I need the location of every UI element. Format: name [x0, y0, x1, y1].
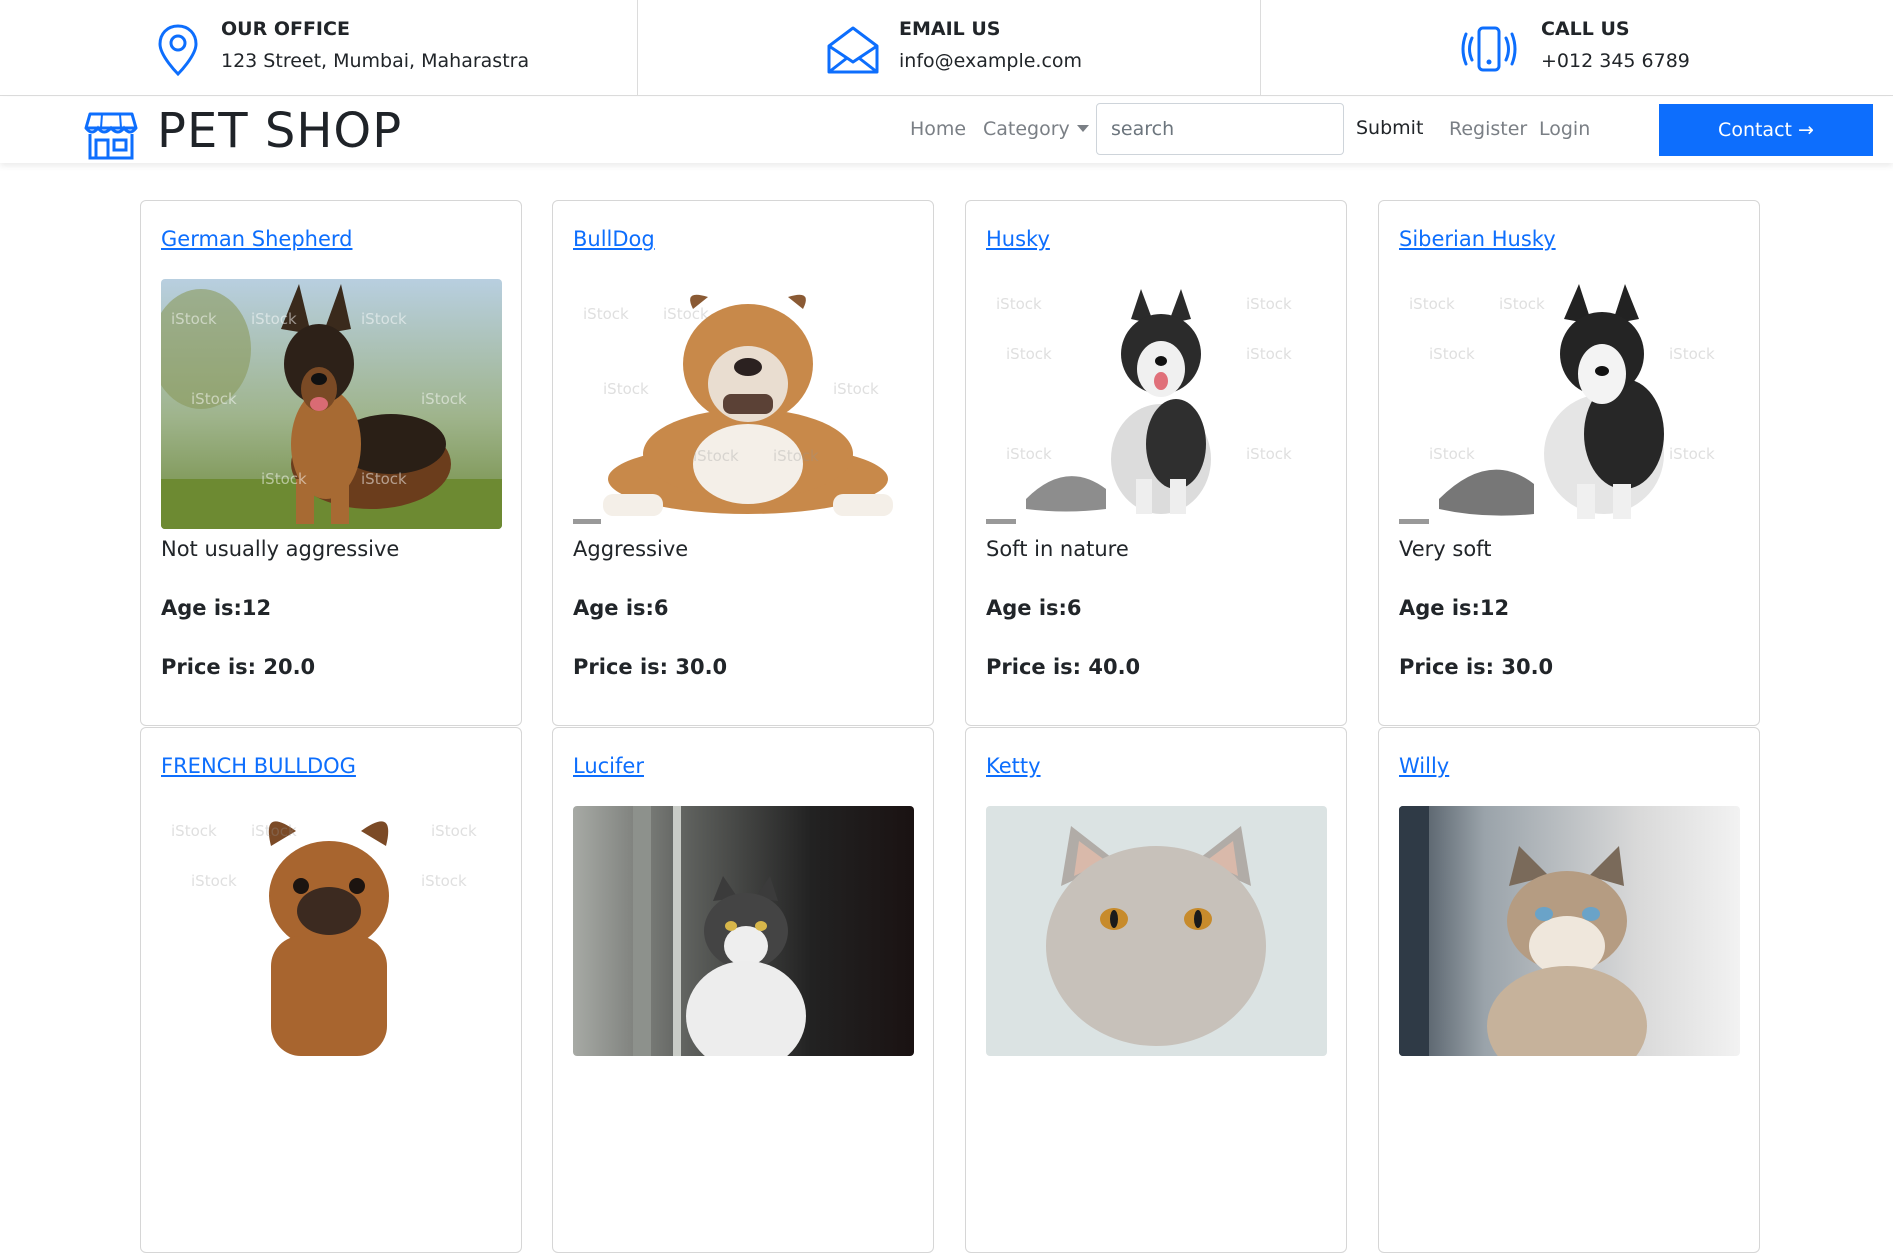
- pet-age: Age is:12: [1399, 596, 1510, 620]
- pet-title-link[interactable]: Ketty: [986, 754, 1041, 778]
- pet-title-link[interactable]: Lucifer: [573, 754, 644, 778]
- pet-image-siberian-husky[interactable]: iStock iStock iStock iStock iStock iStoc…: [1399, 279, 1740, 529]
- svg-text:iStock: iStock: [693, 447, 739, 465]
- caret-down-icon: [1076, 125, 1089, 132]
- pet-card: BullDog iStock iStock iStock iStock iSto: [552, 200, 934, 726]
- nav-category-dropdown[interactable]: Category: [983, 118, 1089, 140]
- pet-price: Price is: 30.0: [573, 655, 728, 679]
- svg-text:iStock: iStock: [261, 470, 307, 488]
- pet-card: Husky iStock iStock iStock iStock iStock: [965, 200, 1347, 726]
- pet-price: Price is: 30.0: [1399, 655, 1554, 679]
- svg-text:iStock: iStock: [1429, 445, 1475, 463]
- pet-card: German Shepherd iStock iStock iStock iSt…: [140, 200, 522, 726]
- svg-text:iStock: iStock: [996, 295, 1042, 313]
- shop-icon: [84, 112, 138, 160]
- pet-title-link[interactable]: German Shepherd: [161, 227, 352, 251]
- svg-text:iStock: iStock: [833, 380, 879, 398]
- pet-price: Price is: 20.0: [161, 655, 316, 679]
- pet-age: Age is:6: [986, 596, 1082, 620]
- svg-text:iStock: iStock: [1246, 345, 1292, 363]
- svg-text:iStock: iStock: [583, 305, 629, 323]
- pet-card: Lucifer: [552, 727, 934, 1253]
- office-info: OUR OFFICE 123 Street, Mumbai, Maharastr…: [0, 0, 638, 96]
- pet-description: Soft in nature: [986, 537, 1129, 561]
- pet-image-husky[interactable]: iStock iStock iStock iStock iStock iStoc…: [986, 279, 1327, 529]
- map-pin-icon: [158, 24, 198, 77]
- pet-card: FRENCH BULLDOG iStock iStock iStock iSto…: [140, 727, 522, 1253]
- nav-login[interactable]: Login: [1539, 118, 1590, 140]
- svg-text:iStock: iStock: [1409, 295, 1455, 313]
- svg-text:iStock: iStock: [1499, 295, 1545, 313]
- call-info: CALL US +012 345 6789: [1261, 0, 1893, 96]
- pet-card: Willy: [1378, 727, 1760, 1253]
- svg-text:iStock: iStock: [663, 305, 709, 323]
- svg-text:iStock: iStock: [1006, 445, 1052, 463]
- email-heading: EMAIL US: [899, 18, 1001, 40]
- nav-register[interactable]: Register: [1449, 118, 1527, 140]
- pet-image-cat-willy[interactable]: [1399, 806, 1740, 1056]
- svg-text:iStock: iStock: [361, 310, 407, 328]
- pet-title-link[interactable]: FRENCH BULLDOG: [161, 754, 356, 778]
- main-navbar: PET SHOP Home Category Submit Register L…: [0, 97, 1893, 163]
- office-heading: OUR OFFICE: [221, 18, 350, 40]
- pet-description: Very soft: [1399, 537, 1492, 561]
- svg-text:iStock: iStock: [361, 470, 407, 488]
- svg-text:iStock: iStock: [1669, 445, 1715, 463]
- svg-text:iStock: iStock: [251, 310, 297, 328]
- call-heading: CALL US: [1541, 18, 1630, 40]
- svg-text:iStock: iStock: [773, 447, 819, 465]
- svg-text:iStock: iStock: [431, 822, 477, 840]
- svg-text:iStock: iStock: [171, 822, 217, 840]
- nav-home[interactable]: Home: [910, 118, 966, 140]
- pet-price: Price is: 40.0: [986, 655, 1141, 679]
- pet-age: Age is:12: [161, 596, 272, 620]
- pet-description: Not usually aggressive: [161, 537, 400, 561]
- brand-title[interactable]: PET SHOP: [157, 103, 402, 159]
- svg-text:iStock: iStock: [1246, 445, 1292, 463]
- pet-card: Siberian Husky iStock iStock iStock iSto…: [1378, 200, 1760, 726]
- pet-title-link[interactable]: Siberian Husky: [1399, 227, 1556, 251]
- envelope-open-icon: [827, 26, 879, 74]
- contact-info-bar: OUR OFFICE 123 Street, Mumbai, Maharastr…: [0, 0, 1893, 96]
- pet-title-link[interactable]: Willy: [1399, 754, 1449, 778]
- call-number: +012 345 6789: [1541, 50, 1690, 72]
- email-address: info@example.com: [899, 50, 1083, 72]
- pet-title-link[interactable]: BullDog: [573, 227, 655, 251]
- pet-description: Aggressive: [573, 537, 689, 561]
- contact-button[interactable]: Contact →: [1659, 104, 1873, 156]
- nav-category-label: Category: [983, 118, 1070, 140]
- pet-image-cat-lucifer[interactable]: [573, 806, 914, 1056]
- svg-text:iStock: iStock: [1429, 345, 1475, 363]
- svg-text:iStock: iStock: [251, 822, 297, 840]
- svg-text:iStock: iStock: [421, 390, 467, 408]
- pet-card: Ketty: [965, 727, 1347, 1253]
- svg-text:iStock: iStock: [191, 872, 237, 890]
- svg-text:iStock: iStock: [1006, 345, 1052, 363]
- pet-title-link[interactable]: Husky: [986, 227, 1050, 251]
- pet-age: Age is:6: [573, 596, 669, 620]
- svg-text:iStock: iStock: [603, 380, 649, 398]
- pet-image-bulldog[interactable]: iStock iStock iStock iStock iStock iStoc…: [573, 279, 914, 529]
- search-input[interactable]: [1096, 103, 1344, 155]
- email-info: EMAIL US info@example.com: [638, 0, 1261, 96]
- office-address: 123 Street, Mumbai, Maharastra: [221, 50, 530, 72]
- svg-text:iStock: iStock: [1246, 295, 1292, 313]
- phone-vibrate-icon: [1461, 26, 1517, 72]
- svg-text:iStock: iStock: [421, 872, 467, 890]
- search-submit-button[interactable]: Submit: [1356, 117, 1423, 139]
- pet-image-cat-ketty[interactable]: [986, 806, 1327, 1056]
- pet-image-german-shepherd[interactable]: iStock iStock iStock iStock iStock iStoc…: [161, 279, 502, 529]
- svg-text:iStock: iStock: [1669, 345, 1715, 363]
- svg-text:iStock: iStock: [191, 390, 237, 408]
- pet-image-french-bulldog[interactable]: iStock iStock iStock iStock iStock: [161, 806, 502, 1056]
- svg-text:iStock: iStock: [171, 310, 217, 328]
